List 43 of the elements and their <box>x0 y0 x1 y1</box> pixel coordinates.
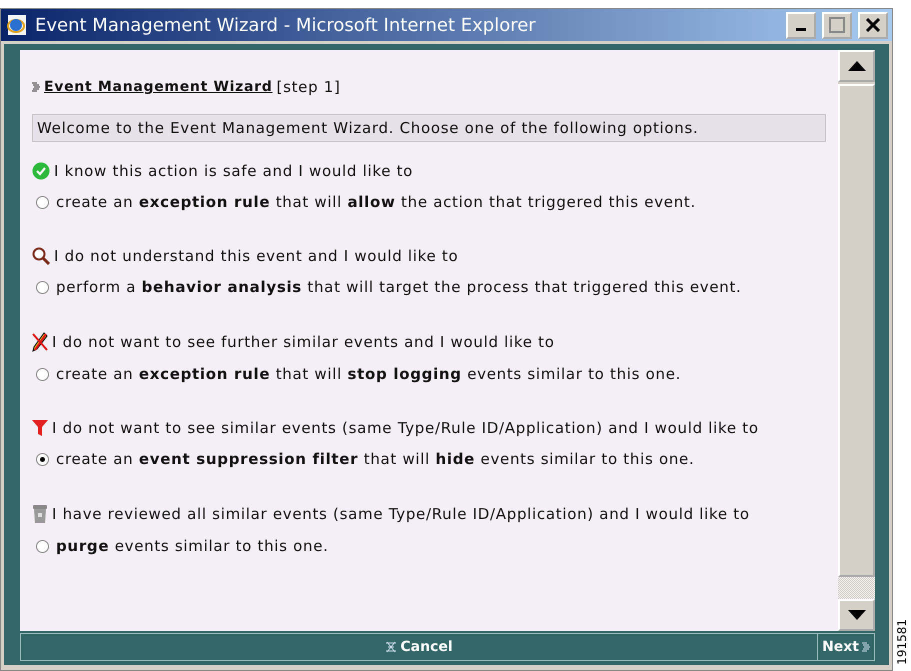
scroll-down-button[interactable] <box>838 599 875 631</box>
option-intro: I have reviewed all similar events (same Type/Rule ID/Application) and I would like to <box>52 505 750 523</box>
step-arrow-icon <box>32 82 40 92</box>
trash-can-icon <box>32 504 48 524</box>
figure-number: 191581 <box>896 619 908 665</box>
option-label[interactable]: create an event suppression filter that will hide events similar to this one. <box>56 450 694 468</box>
option-intro: I do not understand this event and I would like to <box>54 247 458 265</box>
scrollbar-track[interactable] <box>838 577 875 599</box>
cancel-button[interactable]: Cancel <box>21 634 818 660</box>
maximize-button[interactable] <box>822 12 852 38</box>
close-button[interactable] <box>858 12 888 38</box>
option-intro: I do not want to see similar events (same Type/Rule ID/Application) and I would like to <box>52 419 759 437</box>
option-radio[interactable] <box>36 452 49 466</box>
window-title: Event Management Wizard - Microsoft Internet Explorer <box>35 14 537 36</box>
next-button[interactable]: Next <box>817 634 874 660</box>
funnel-icon <box>32 419 48 437</box>
scroll-up-button[interactable] <box>838 50 875 82</box>
up-arrow-icon <box>848 61 866 71</box>
option-intro: I know this action is safe and I would like to <box>54 162 414 180</box>
welcome-message: Welcome to the Event Management Wizard. Choose one of the following options. <box>32 114 826 142</box>
option-radio[interactable] <box>36 368 49 380</box>
maximize-icon <box>829 17 845 33</box>
cancel-icon <box>385 641 398 653</box>
scrollbar-thumb[interactable] <box>838 84 875 577</box>
option-radio[interactable] <box>36 280 49 294</box>
wizard-title-link[interactable]: Event Management Wizard <box>44 79 273 95</box>
step-arrow-icon <box>862 642 870 652</box>
crossed-pencil-icon <box>32 332 48 352</box>
option-intro: I do not want to see further similar events and I would like to <box>52 333 555 351</box>
minimize-button[interactable] <box>786 12 816 38</box>
option-label[interactable]: perform a behavior analysis that will target the process that triggered this event. <box>56 278 742 296</box>
browser-logo-icon <box>5 13 29 37</box>
check-icon <box>32 162 50 180</box>
step-label: [step 1] <box>276 78 341 96</box>
option-label[interactable]: create an exception rule that will stop logging events similar to this one. <box>56 365 682 383</box>
option-label[interactable]: purge events similar to this one. <box>56 537 329 555</box>
option-label[interactable]: create an exception rule that will allow the action that triggered this event. <box>56 193 696 211</box>
minimize-icon <box>796 28 806 31</box>
option-radio[interactable] <box>36 540 49 552</box>
close-icon <box>866 18 880 32</box>
search-icon <box>32 247 50 265</box>
down-arrow-icon <box>848 610 866 620</box>
option-radio[interactable] <box>36 196 49 208</box>
